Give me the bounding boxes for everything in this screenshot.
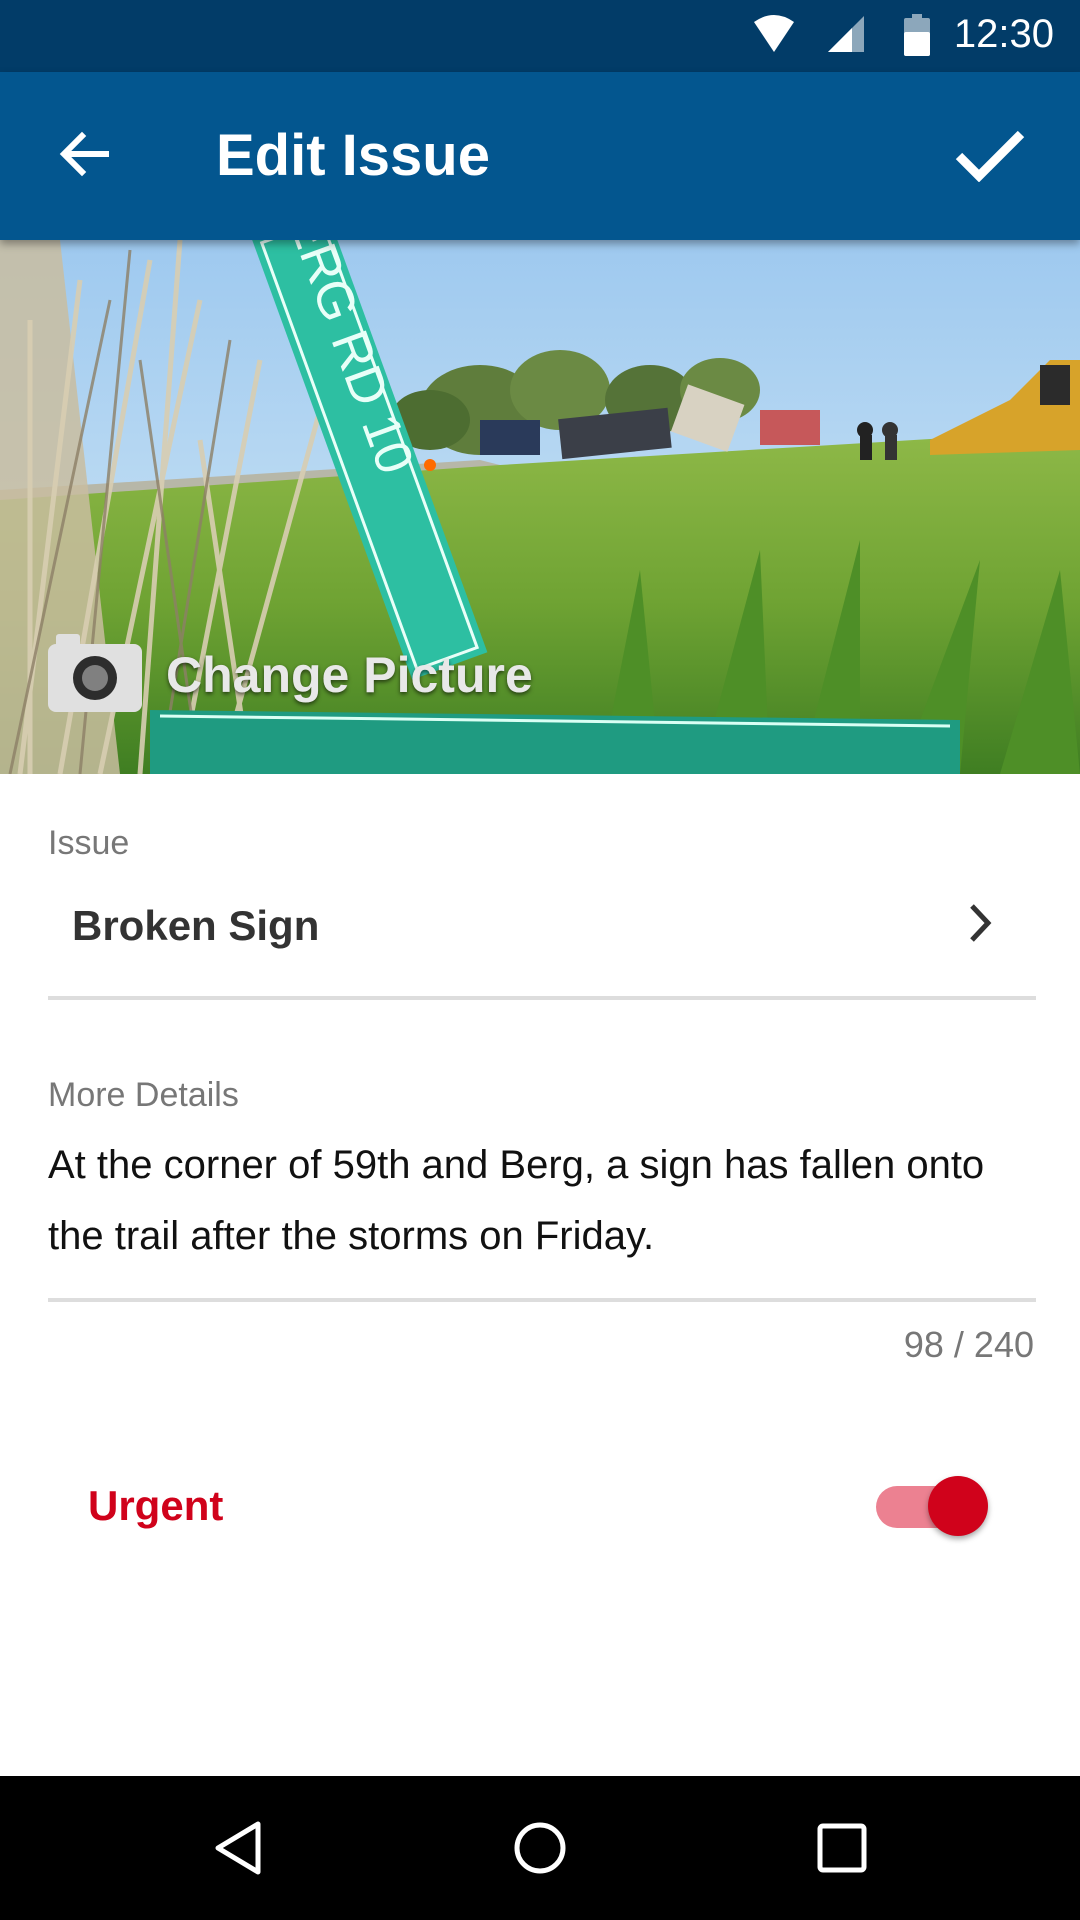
toggle-thumb <box>928 1476 988 1536</box>
check-icon <box>955 128 1025 187</box>
details-label: More Details <box>48 1076 239 1114</box>
issue-value: Broken Sign <box>72 902 320 949</box>
nav-back-icon <box>212 1820 264 1881</box>
signal-icon <box>826 14 866 59</box>
back-button[interactable] <box>40 116 128 196</box>
change-picture-label: Change Picture <box>166 646 533 703</box>
nav-recents-button[interactable] <box>802 1810 882 1890</box>
nav-recents-icon <box>816 1822 868 1879</box>
app-bar: Edit Issue <box>0 72 1080 240</box>
urgent-label: Urgent <box>88 1482 224 1529</box>
issue-label: Issue <box>48 824 130 862</box>
arrow-back-icon <box>58 130 110 183</box>
status-bar: 12:30 <box>0 0 1080 72</box>
details-input[interactable]: At the corner of 59th and Berg, a sign h… <box>48 1130 1036 1302</box>
urgent-toggle[interactable] <box>876 1476 988 1538</box>
nav-home-icon <box>512 1820 568 1881</box>
nav-home-button[interactable] <box>500 1810 580 1890</box>
chevron-right-icon <box>966 900 996 951</box>
wifi-icon <box>752 14 796 59</box>
nav-back-button[interactable] <box>198 1810 278 1890</box>
clock: 12:30 <box>953 12 1054 56</box>
battery-icon <box>904 14 930 61</box>
change-picture-button[interactable]: Change Picture <box>48 632 533 717</box>
page-title: Edit Issue <box>216 123 490 188</box>
issue-photo: E BERG RD 10 Change Picture <box>0 240 1080 774</box>
confirm-button[interactable] <box>940 112 1040 202</box>
character-counter: 98 / 240 <box>903 1324 1034 1365</box>
system-nav-bar <box>0 1776 1080 1920</box>
issue-select[interactable]: Broken Sign <box>48 880 1036 1000</box>
camera-icon <box>48 632 142 717</box>
